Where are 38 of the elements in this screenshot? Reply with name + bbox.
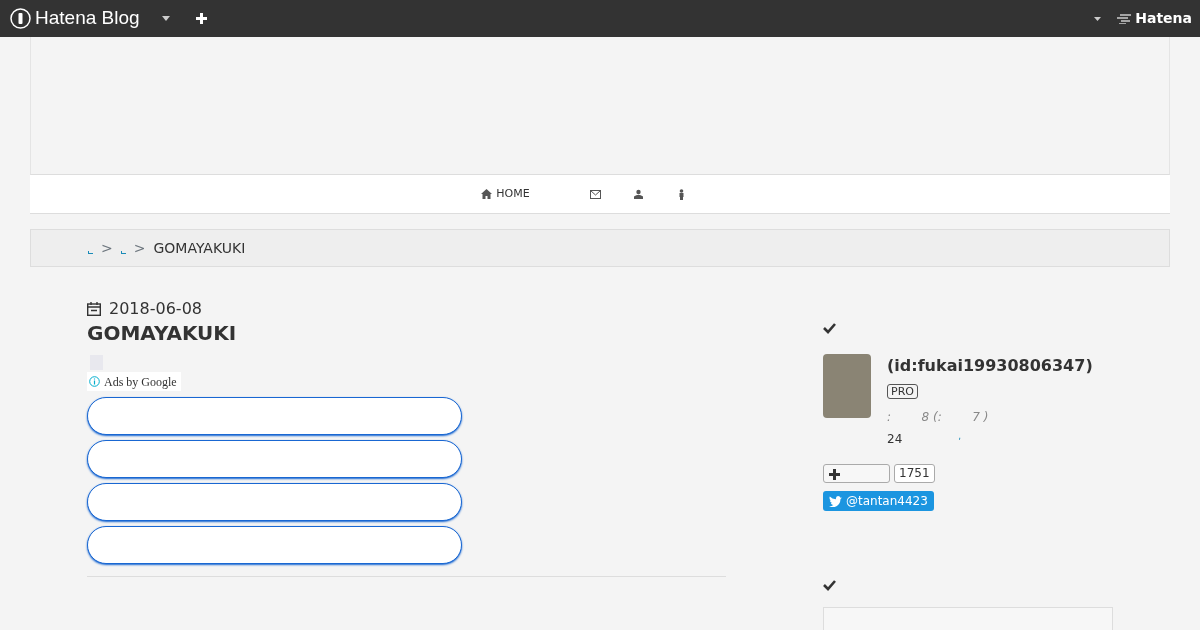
bird-icon <box>829 495 842 507</box>
follower-count: 1751 <box>894 464 935 483</box>
profile-name: (id:fukai19930806347) <box>887 355 1093 377</box>
ad-link-button[interactable] <box>87 440 462 478</box>
home-icon <box>481 188 493 200</box>
ad-link-button[interactable] <box>87 526 462 564</box>
caret-icon[interactable] <box>1094 16 1102 21</box>
breadcrumb-separator: > <box>101 238 113 258</box>
breadcrumb-link[interactable] <box>120 250 126 254</box>
follow-button[interactable] <box>823 464 890 483</box>
nav-link[interactable]: HOME <box>481 185 530 203</box>
caret-icon[interactable] <box>161 16 170 21</box>
nav-link[interactable] <box>632 188 644 200</box>
nav-link[interactable] <box>589 188 601 200</box>
ad-link-button[interactable] <box>87 483 462 521</box>
search-field[interactable] <box>823 607 1113 630</box>
check-icon <box>823 321 836 334</box>
breadcrumb-link[interactable] <box>88 250 93 254</box>
mail-icon <box>589 188 601 200</box>
plus-icon[interactable] <box>195 13 207 24</box>
brand-icon <box>1117 13 1132 24</box>
people-icon <box>632 188 644 200</box>
profile-stats: : 8 (: 7 ) <box>887 409 990 426</box>
entry-date: 2018-06-08 <box>109 298 202 320</box>
breadcrumb-current: GOMAYAKUKI <box>153 238 246 258</box>
plus-icon <box>829 468 840 480</box>
entry-title: GOMAYAKUKI <box>87 321 238 345</box>
pro-badge: PRO <box>887 384 918 399</box>
check-icon <box>823 579 836 591</box>
breadcrumb-separator: > <box>133 238 146 258</box>
brand-link[interactable]: Hatena <box>1135 8 1192 29</box>
calendar-icon <box>87 302 101 316</box>
profile-link[interactable]: , <box>958 430 962 448</box>
cat-photo-placeholder <box>823 354 871 418</box>
logo-icon <box>10 8 31 29</box>
ad-link-button[interactable] <box>87 397 462 435</box>
profile-count: 24 <box>887 431 903 448</box>
logo-link[interactable]: Hatena Blog <box>35 4 140 33</box>
